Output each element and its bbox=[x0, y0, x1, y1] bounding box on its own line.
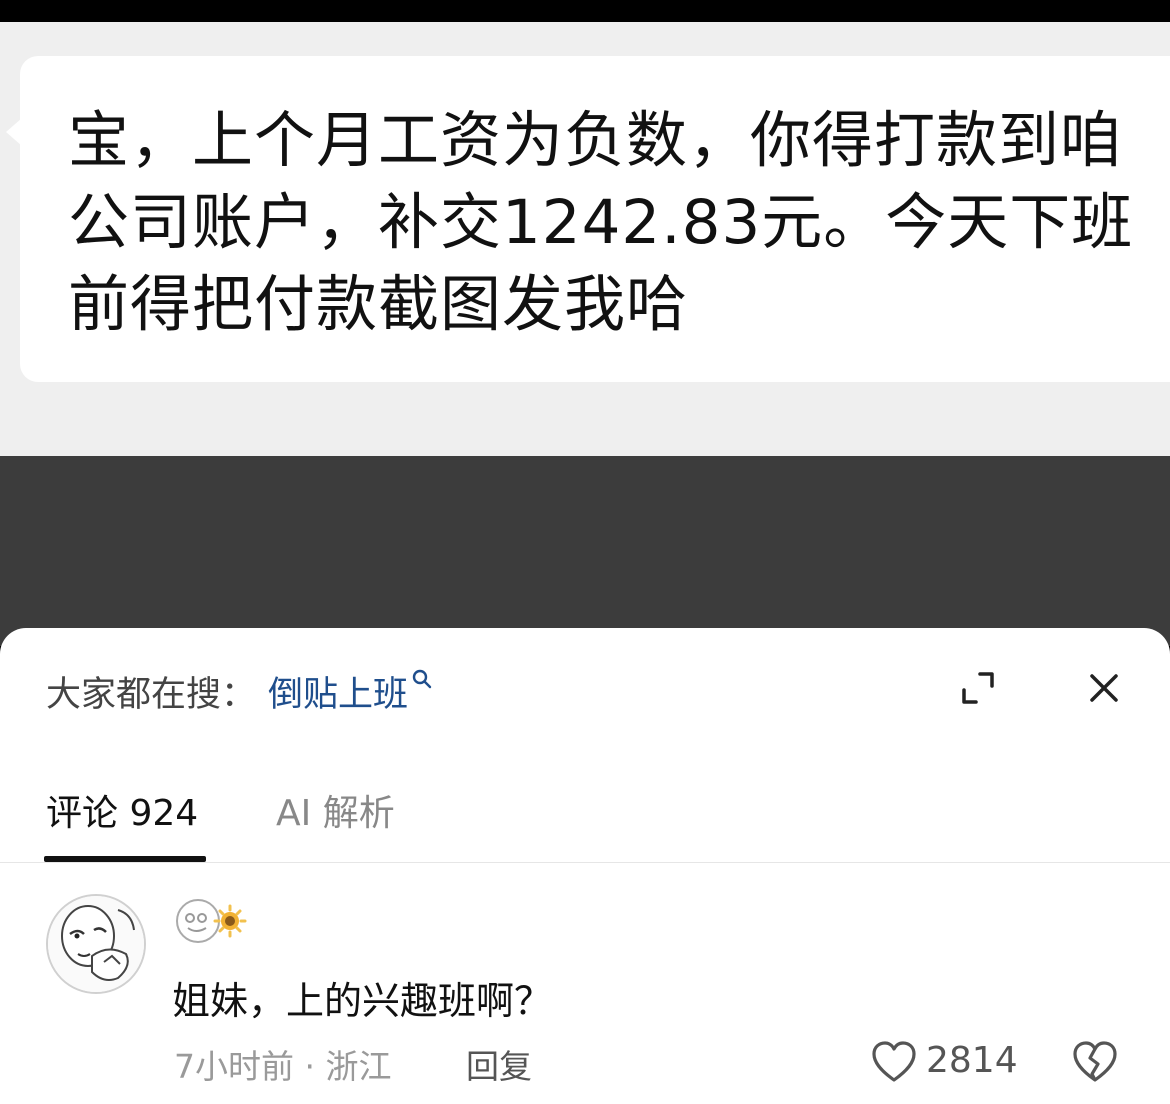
message-bubble-tail bbox=[6, 118, 22, 146]
message-text: 宝，上个月工资为负数，你得打款到咱公司账户，补交1242.83元。今天下班前得把… bbox=[68, 105, 1134, 340]
search-suggestion-prefix: 大家都在搜： bbox=[46, 674, 257, 715]
like-count: 2814 bbox=[926, 1040, 1018, 1081]
comment-time-location: 7小时前 · 浙江 bbox=[174, 1047, 392, 1086]
expand-icon[interactable] bbox=[960, 670, 996, 706]
avatar-cartoon-icon bbox=[48, 896, 144, 992]
tab-comments[interactable]: 评论 924 bbox=[46, 784, 198, 836]
search-suggestion-keyword[interactable]: 倒贴上班 bbox=[268, 666, 408, 717]
top-status-bar bbox=[0, 0, 1170, 22]
tab-ai-analysis[interactable]: AI 解析 bbox=[276, 784, 395, 836]
tab-divider bbox=[0, 862, 1170, 863]
user-badge-icon bbox=[176, 899, 247, 943]
comment-text: 姐妹，上的兴趣班啊？ bbox=[172, 979, 553, 1023]
reply-button[interactable]: 回复 bbox=[466, 1040, 532, 1088]
search-icon bbox=[412, 669, 432, 689]
dimmed-overlay bbox=[0, 456, 1170, 646]
close-icon[interactable] bbox=[1086, 670, 1122, 706]
broken-heart-icon[interactable] bbox=[1070, 1040, 1120, 1084]
search-suggestion-row[interactable]: 大家都在搜： 倒贴上班 bbox=[46, 666, 432, 716]
avatar[interactable] bbox=[46, 894, 146, 994]
heart-icon[interactable] bbox=[870, 1040, 918, 1084]
